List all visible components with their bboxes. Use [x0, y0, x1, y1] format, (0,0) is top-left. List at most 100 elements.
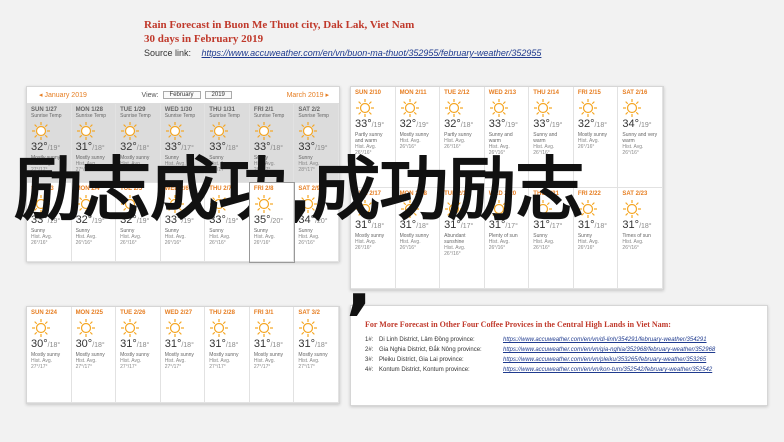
- province-name: Kontum District, Kontum province:: [379, 367, 470, 373]
- high-temp: 31°: [253, 338, 271, 350]
- condition: Sunny and very warm: [622, 132, 658, 144]
- historical-average: Hist. Avg. 26°/16°: [444, 138, 466, 150]
- sun-icon: [32, 319, 50, 337]
- low-temp: /18°: [136, 342, 150, 349]
- source-link[interactable]: https://www.accuweather.com/en/vn/buon-m…: [202, 48, 542, 58]
- day-cell[interactable]: MON 2/25 30°/18° Mostly sunny Hist. Avg. 27…: [71, 307, 117, 403]
- historical-average: Hist. Avg. 27°/17°: [298, 358, 320, 370]
- historical-average: Hist. Avg. 27°/17°: [120, 358, 142, 370]
- day-cell[interactable]: SUN 2/24 30°/18° Mostly sunny Hist. Avg. 27…: [27, 307, 72, 403]
- month-select[interactable]: February: [162, 91, 201, 99]
- province-link[interactable]: https://www.accuweather.com/en/vn/di-lin…: [503, 335, 707, 345]
- sun-icon: [76, 122, 95, 140]
- calendar-nav: ◂ January 2019 View: February 2019 March…: [27, 87, 339, 104]
- historical-average: Hist. Avg. 26°/16°: [253, 234, 275, 246]
- low-temp: /19°: [416, 122, 429, 129]
- historical-average: Hist. Avg. 27°/17°: [31, 358, 53, 370]
- historical-average: Hist. Avg. 27°/17°: [253, 358, 275, 370]
- temperature: 32°/18°: [578, 118, 614, 132]
- page: Rain Forecast in Buon Me Thuot city, Dak…: [0, 0, 784, 442]
- historical-average: Hist. Avg. 26°/16°: [399, 138, 421, 150]
- day-label: MON 2/25: [75, 310, 103, 316]
- low-temp: /18°: [594, 122, 608, 129]
- low-temp: /19°: [505, 122, 518, 129]
- calendar-panel-week-5: SUN 2/24 30°/18° Mostly sunny Hist. Avg. 27…: [26, 306, 340, 404]
- sun-icon: [165, 122, 184, 140]
- more-forecast-box: For More Forecast in Other Four Coffee P…: [350, 305, 768, 406]
- province-row: 2#: Gia Nghia District, Đắk Nông province…: [365, 345, 767, 355]
- sun-icon: [254, 319, 273, 337]
- day-cell[interactable]: SAT 2/16 34°/19° Sunny and very warm Hist. …: [618, 87, 663, 188]
- calendar-grid-c: SUN 2/24 30°/18° Mostly sunny Hist. Avg. 27…: [27, 307, 339, 403]
- hi-lo-label: Sunrise Temp: [120, 113, 151, 119]
- low-temp: /18°: [460, 122, 474, 129]
- sun-icon: [578, 99, 597, 117]
- high-temp: 31°: [164, 338, 182, 350]
- condition: Partly sunny and warm: [355, 132, 383, 144]
- historical-average: Hist. Avg. 26°/16°: [577, 138, 599, 150]
- sun-icon: [299, 319, 318, 337]
- day-cell[interactable]: SAT 3/2 31°/18° Mostly sunny Hist. Avg. 27°…: [294, 307, 339, 403]
- historical-average: Hist. Avg. 26°/16°: [622, 239, 644, 251]
- historical-average: Hist. Avg. 26°/16°: [209, 234, 231, 246]
- more-forecast-title: For More Forecast in Other Four Coffee P…: [365, 320, 671, 329]
- condition: Abundant sunshine: [444, 233, 466, 245]
- temperature: 30°/18°: [31, 338, 67, 352]
- low-temp: /20°: [270, 218, 284, 225]
- province-name: Di Linh District, Lâm Đồng province:: [379, 337, 475, 343]
- temperature: 33°/19°: [489, 118, 525, 132]
- sun-icon: [356, 99, 374, 117]
- next-month-link[interactable]: March 2019 ▸: [287, 91, 329, 99]
- historical-average: Hist. Avg. 26°/16°: [488, 239, 510, 251]
- province-link[interactable]: https://www.accuweather.com/en/vn/kon-tu…: [503, 365, 712, 375]
- high-temp: 31°: [209, 338, 226, 350]
- historical-average: Hist. Avg. 26°/16°: [164, 234, 186, 246]
- province-name: Gia Nghia District, Đắk Nông province:: [379, 347, 482, 353]
- day-label: FRI 2/8: [253, 186, 274, 192]
- hi-lo-label: Sunrise Temp: [31, 113, 62, 119]
- day-label: TUE 2/12: [444, 90, 470, 96]
- high-temp: 31°: [622, 219, 640, 231]
- year-select[interactable]: 2019: [204, 91, 232, 99]
- historical-average: Hist. Avg. 26°/16°: [120, 234, 142, 246]
- day-cell[interactable]: THU 2/28 31°/18° Mostly sunny Hist. Avg. 27…: [205, 307, 250, 403]
- hi-lo-label: Sunrise Temp: [253, 113, 285, 119]
- high-temp: 32°: [399, 118, 417, 130]
- hi-lo-label: Sunrise Temp: [75, 113, 107, 119]
- low-temp: /19°: [549, 122, 563, 129]
- day-label: FRI 3/1: [253, 310, 274, 316]
- sun-icon: [299, 122, 318, 140]
- low-temp: /18°: [594, 223, 608, 230]
- hi-lo-label: Sunrise Temp: [209, 113, 240, 119]
- high-temp: 35°: [253, 214, 271, 226]
- temperature: 32°/19°: [400, 118, 436, 132]
- prev-month-link[interactable]: ◂ January 2019: [39, 91, 87, 99]
- hi-lo-label: Sunrise Temp: [298, 113, 329, 119]
- day-cell[interactable]: SAT 2/23 31°/18° Times of sun Hist. Avg. 26…: [618, 188, 663, 289]
- day-cell[interactable]: FRI 2/8 35°/20° Sunny Hist. Avg. 26°/16°: [248, 182, 296, 263]
- province-link[interactable]: https://www.accuweather.com/en/vn/gia-ng…: [503, 345, 715, 355]
- high-temp: 32°: [577, 118, 595, 130]
- province-row: 4#: Kontum District, Kontum province: http…: [365, 365, 767, 375]
- view-label: View:: [141, 91, 159, 99]
- historical-average: Hist. Avg. 26°/16°: [533, 239, 555, 251]
- day-cell[interactable]: FRI 3/1 31°/18° Mostly sunny Hist. Avg. 27°…: [249, 307, 295, 403]
- historical-average: Hist. Avg. 27°/17°: [164, 358, 186, 370]
- sun-icon: [32, 122, 50, 140]
- low-temp: /18°: [181, 342, 194, 349]
- high-temp: 31°: [120, 338, 137, 350]
- low-temp: /18°: [270, 342, 284, 349]
- province-link[interactable]: https://www.accuweather.com/en/vn/pleiku…: [503, 355, 706, 365]
- sun-icon: [623, 200, 642, 218]
- row-number: 4#:: [365, 367, 374, 373]
- day-label: THU 2/14: [533, 90, 559, 96]
- day-cell[interactable]: WED 2/27 31°/18° Mostly sunny Hist. Avg. 27…: [160, 307, 206, 403]
- historical-average: Hist. Avg. 26°/16°: [75, 234, 97, 246]
- day-cell[interactable]: TUE 2/26 31°/18° Mostly sunny Hist. Avg. 27…: [116, 307, 161, 403]
- historical-average: Hist. Avg. 26°/16°: [399, 239, 421, 251]
- sun-icon: [400, 99, 419, 117]
- sun-icon: [623, 99, 642, 117]
- temperature: 31°/18°: [165, 338, 201, 352]
- hi-lo-label: Sunrise Temp: [164, 113, 196, 119]
- high-temp: 33°: [355, 118, 372, 130]
